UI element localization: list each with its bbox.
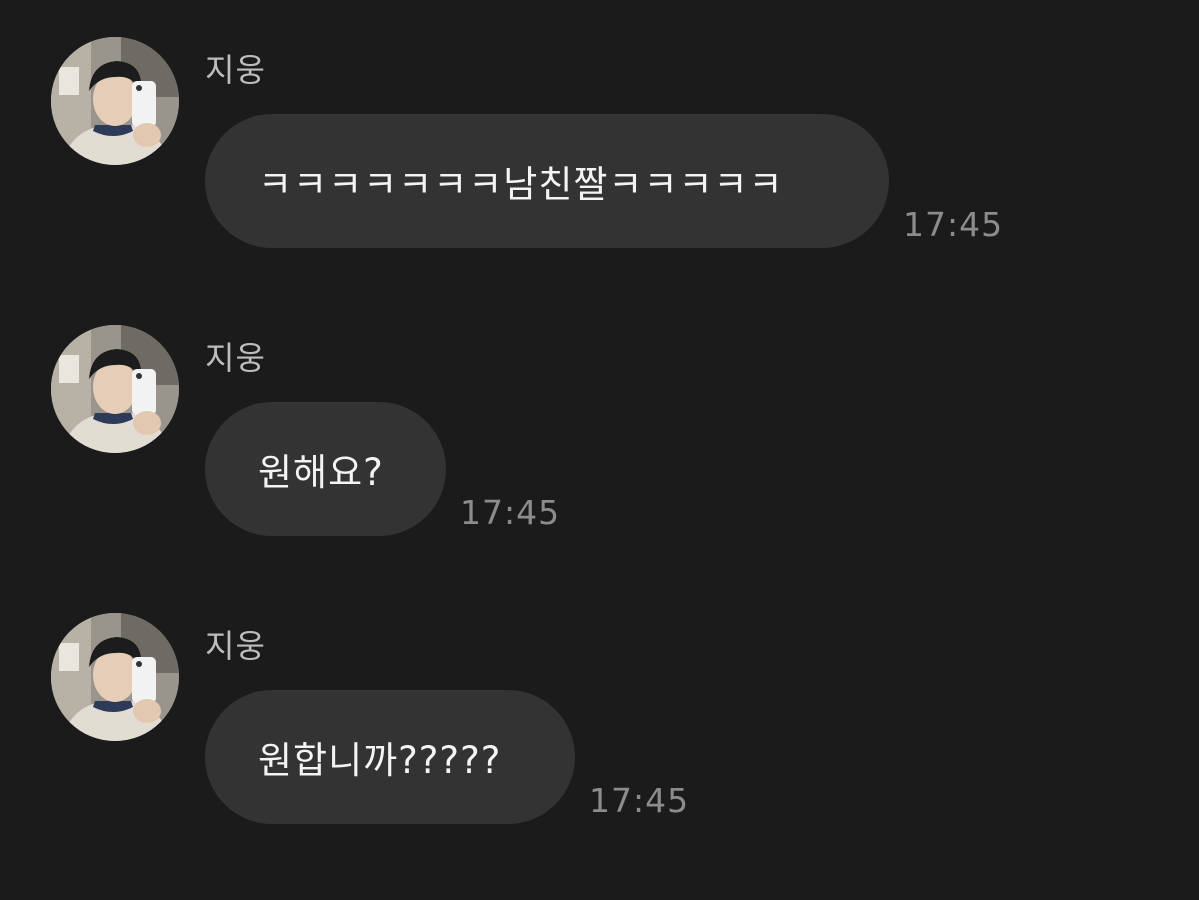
sender-name: 지웅 bbox=[205, 627, 266, 665]
message-bubble[interactable]: 원해요? bbox=[205, 402, 446, 536]
avatar-photo-icon bbox=[51, 613, 179, 741]
sender-name: 지웅 bbox=[205, 51, 266, 89]
message-time: 17:45 bbox=[460, 493, 561, 532]
avatar[interactable] bbox=[51, 613, 179, 741]
avatar-photo-icon bbox=[51, 325, 179, 453]
chat-message-list: 지웅 ㅋㅋㅋㅋㅋㅋㅋ남친짤ㅋㅋㅋㅋㅋ 17:45 지웅 원해요? 17:45 지… bbox=[0, 0, 1199, 900]
avatar[interactable] bbox=[51, 325, 179, 453]
message-time: 17:45 bbox=[589, 781, 690, 820]
message-bubble[interactable]: ㅋㅋㅋㅋㅋㅋㅋ남친짤ㅋㅋㅋㅋㅋ bbox=[205, 114, 889, 248]
sender-name: 지웅 bbox=[205, 339, 266, 377]
avatar[interactable] bbox=[51, 37, 179, 165]
avatar-photo-icon bbox=[51, 37, 179, 165]
message-time: 17:45 bbox=[903, 205, 1004, 244]
message-text: 원합니까????? bbox=[258, 739, 502, 782]
message-bubble[interactable]: 원합니까????? bbox=[205, 690, 575, 824]
message-text: 원해요? bbox=[258, 451, 384, 494]
message-text: ㅋㅋㅋㅋㅋㅋㅋ남친짤ㅋㅋㅋㅋㅋ bbox=[258, 163, 784, 206]
